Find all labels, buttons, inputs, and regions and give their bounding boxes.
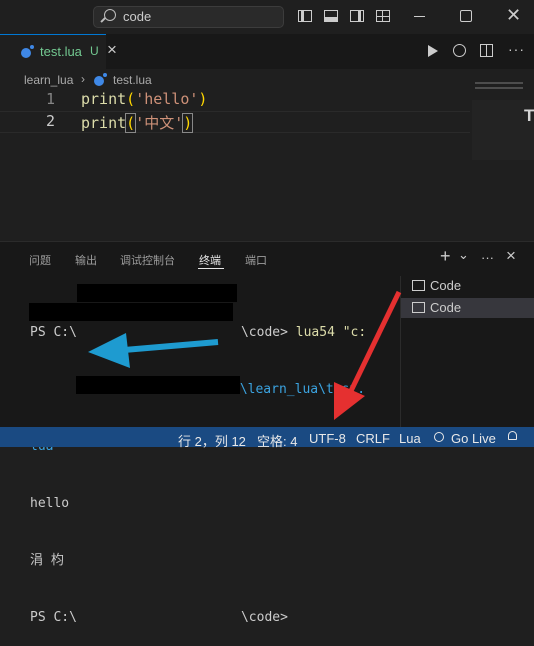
red-arrow-head	[334, 382, 365, 420]
status-language[interactable]: Lua	[399, 431, 421, 446]
status-eol[interactable]: CRLF	[356, 431, 390, 446]
status-indentation[interactable]: 空格: 4	[257, 431, 297, 450]
annotation-arrows	[88, 290, 402, 420]
status-cursor-position[interactable]: 行 2，列 12	[178, 431, 246, 450]
terminal-line: PS C:\ \code>	[30, 610, 288, 625]
broadcast-icon	[434, 432, 444, 442]
red-arrow-shaft	[346, 290, 402, 397]
blue-arrow-head	[88, 333, 130, 368]
terminal-line: 涓 枃	[30, 553, 64, 568]
status-encoding[interactable]: UTF-8	[309, 431, 346, 446]
terminal-line: hello	[30, 496, 70, 511]
bell-icon[interactable]	[508, 431, 517, 440]
status-go-live[interactable]: Go Live	[451, 431, 496, 446]
